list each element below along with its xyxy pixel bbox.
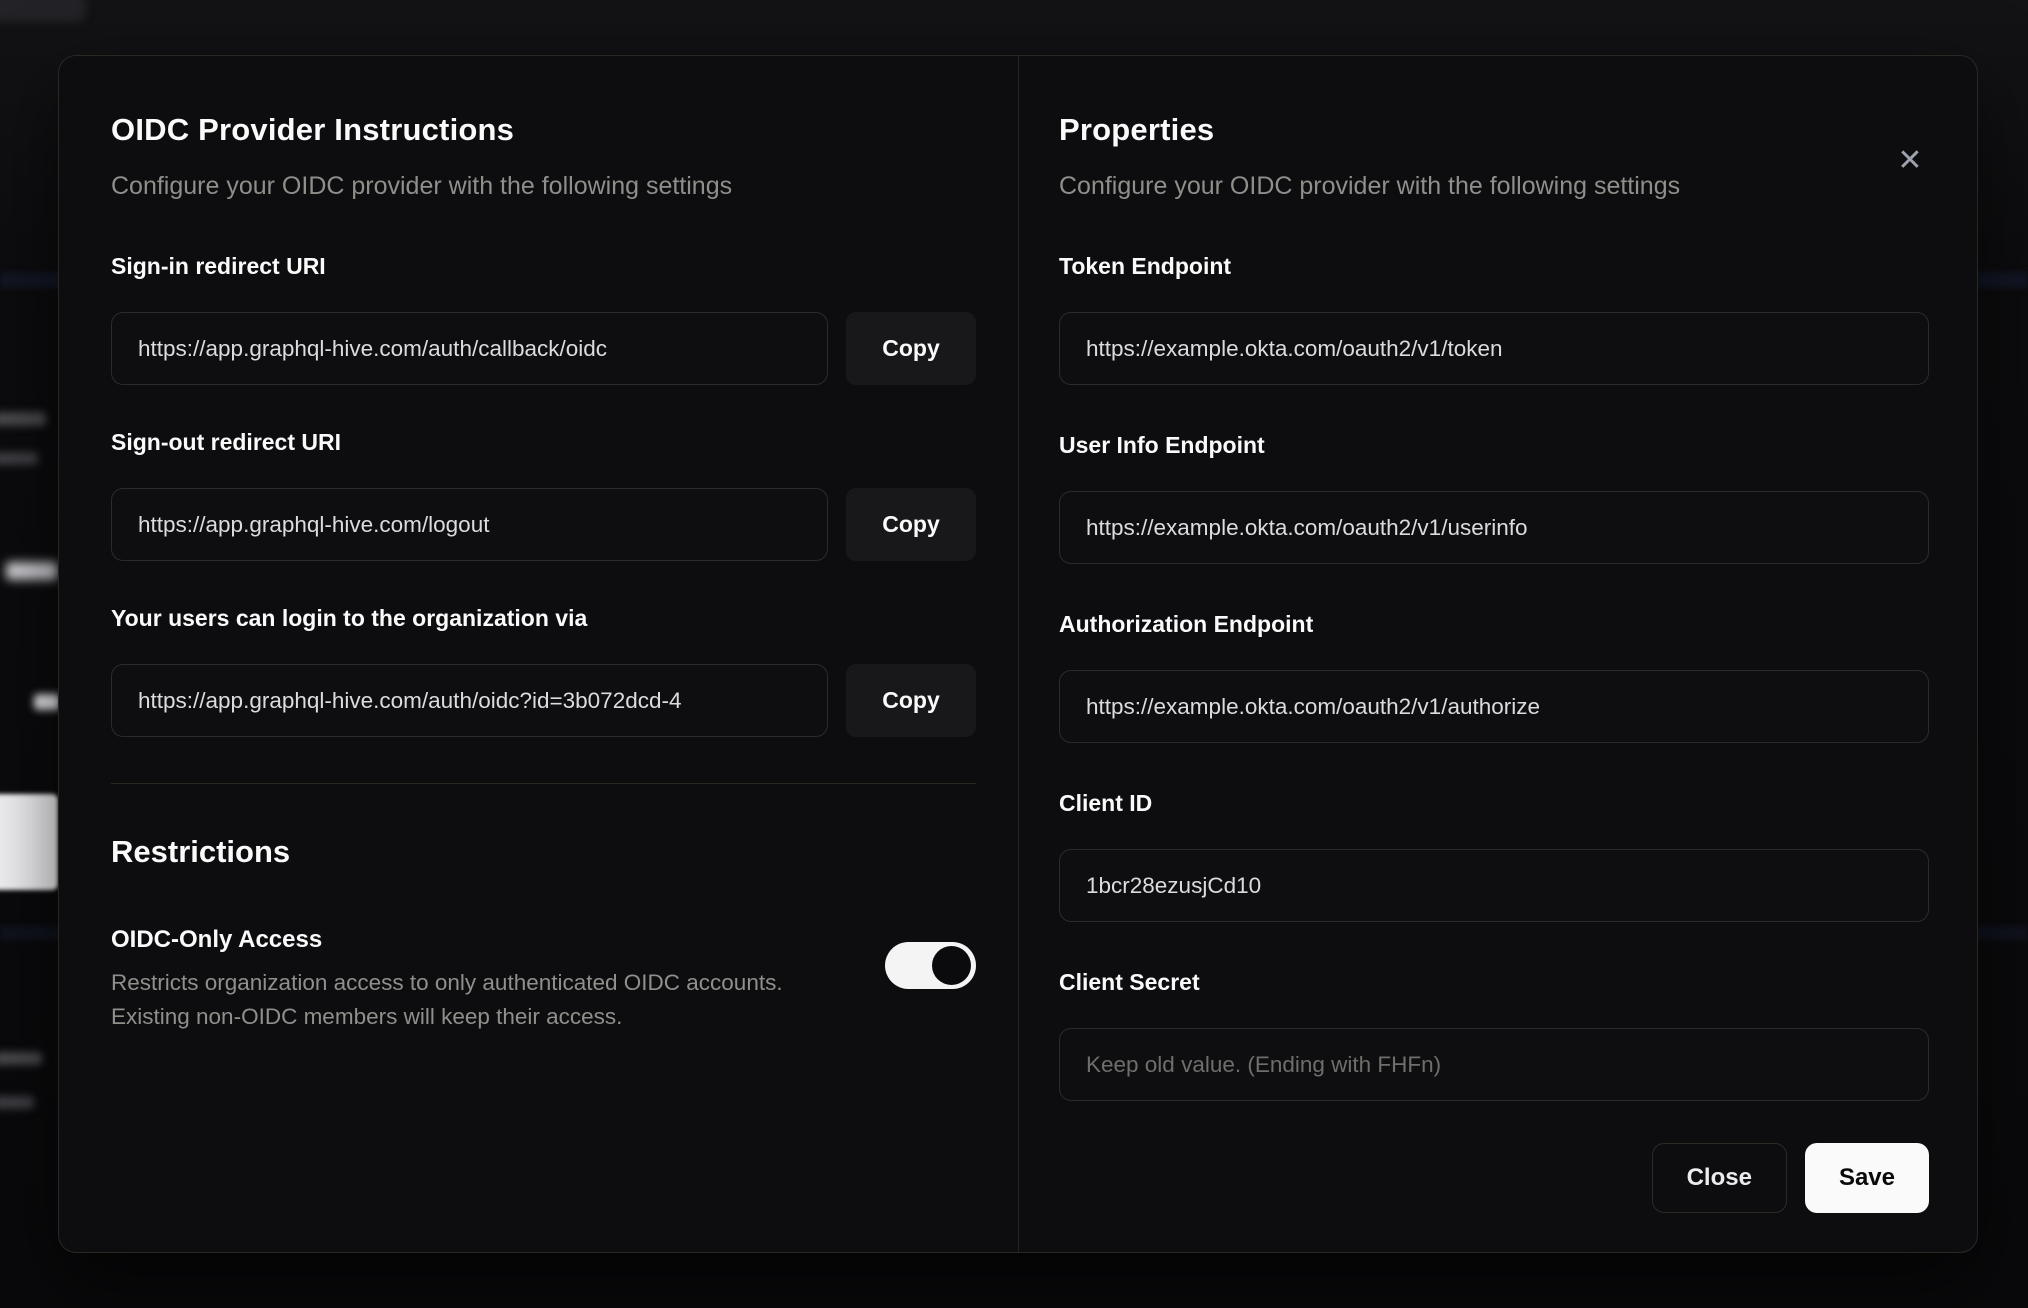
background-blur-artifact [0, 0, 86, 22]
properties-subtitle: Configure your OIDC provider with the fo… [1059, 172, 1681, 200]
copy-signout-uri-button[interactable]: Copy [846, 488, 976, 561]
description-line-2: Existing non-OIDC members will keep thei… [111, 1004, 623, 1029]
authorization-endpoint-input[interactable] [1059, 670, 1929, 743]
userinfo-endpoint-row [1059, 491, 1929, 564]
client-id-input[interactable] [1059, 849, 1929, 922]
background-blur-text [0, 412, 46, 426]
client-secret-label: Client Secret [1059, 969, 1200, 995]
restrictions-title: Restrictions [111, 834, 291, 869]
oidc-only-access-label: OIDC-Only Access [111, 926, 323, 953]
token-endpoint-input[interactable] [1059, 312, 1929, 385]
copy-signin-uri-button[interactable]: Copy [846, 312, 976, 385]
signin-redirect-uri-row: Copy [111, 312, 976, 385]
authorization-endpoint-label: Authorization Endpoint [1059, 611, 1314, 637]
close-icon[interactable]: ✕ [1891, 142, 1929, 180]
token-endpoint-row [1059, 312, 1929, 385]
oidc-settings-modal: ✕ OIDC Provider Instructions Configure y… [58, 55, 1978, 1253]
authorization-endpoint-row [1059, 670, 1929, 743]
organization-login-uri-label: Your users can login to the organization… [111, 605, 588, 631]
signout-redirect-uri-label: Sign-out redirect URI [111, 429, 342, 455]
save-button[interactable]: Save [1804, 1143, 1929, 1213]
background-blur-text [34, 694, 60, 710]
oidc-only-access-text: OIDC-Only Access Restricts organization … [111, 926, 783, 1034]
background-white-box [0, 794, 58, 890]
copy-login-uri-button[interactable]: Copy [846, 664, 976, 737]
client-secret-row [1059, 1028, 1929, 1101]
oidc-only-access-description: Restricts organization access to only au… [111, 966, 783, 1034]
background-blur-text [0, 1096, 34, 1109]
description-line-1: Restricts organization access to only au… [111, 970, 783, 995]
client-id-row [1059, 849, 1929, 922]
instructions-title: OIDC Provider Instructions [111, 112, 515, 147]
properties-column: Properties Configure your OIDC provider … [1019, 56, 1977, 1252]
token-endpoint-label: Token Endpoint [1059, 253, 1232, 279]
background-blur-text [0, 452, 38, 465]
oidc-only-access-toggle[interactable] [885, 942, 976, 989]
background-blur-text [0, 1052, 42, 1065]
section-divider [111, 783, 976, 784]
toggle-knob [932, 946, 971, 985]
signout-redirect-uri-row: Copy [111, 488, 976, 561]
close-button[interactable]: Close [1651, 1143, 1787, 1213]
userinfo-endpoint-label: User Info Endpoint [1059, 432, 1265, 458]
organization-login-uri-row: Copy [111, 664, 976, 737]
background-blur-text [6, 562, 58, 580]
userinfo-endpoint-input[interactable] [1059, 491, 1929, 564]
client-secret-input[interactable] [1059, 1028, 1929, 1101]
properties-title: Properties [1059, 112, 1215, 147]
signin-redirect-uri-input[interactable] [111, 312, 828, 385]
instructions-subtitle: Configure your OIDC provider with the fo… [111, 172, 733, 200]
instructions-column: OIDC Provider Instructions Configure you… [59, 56, 1019, 1252]
modal-actions: Close Save [1059, 1143, 1929, 1213]
signin-redirect-uri-label: Sign-in redirect URI [111, 253, 326, 279]
oidc-only-access-row: OIDC-Only Access Restricts organization … [111, 926, 976, 1034]
client-id-label: Client ID [1059, 790, 1153, 816]
organization-login-uri-input[interactable] [111, 664, 828, 737]
signout-redirect-uri-input[interactable] [111, 488, 828, 561]
